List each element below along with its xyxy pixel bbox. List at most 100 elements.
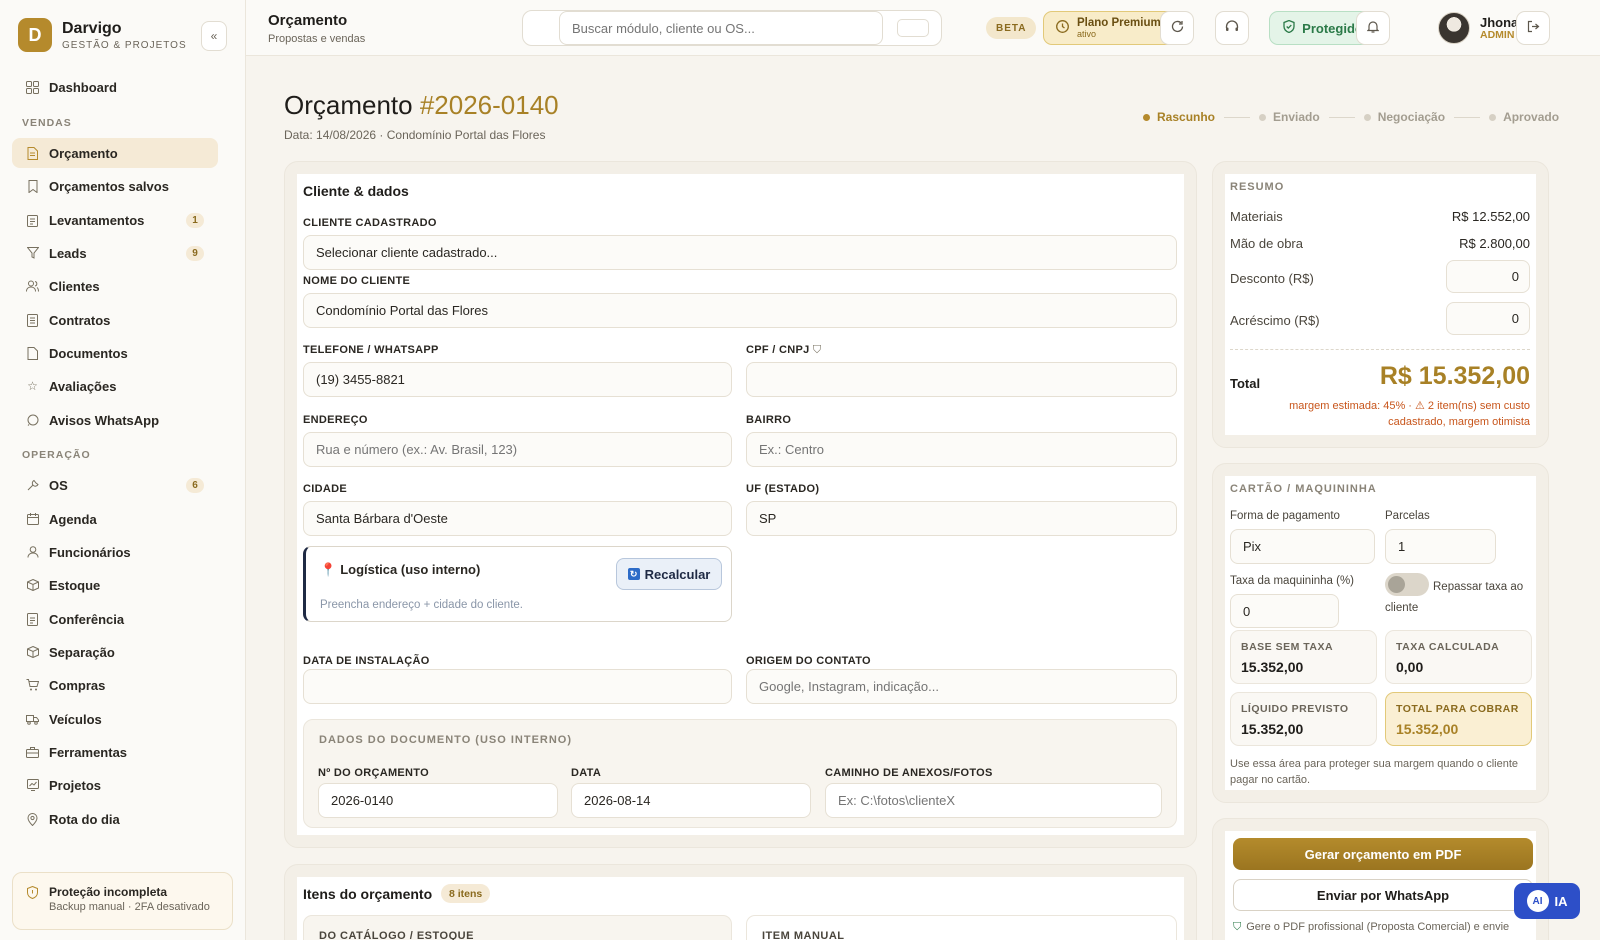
- recalculate-label: Recalcular: [644, 566, 711, 582]
- count-badge: 6: [186, 478, 204, 493]
- sidebar-item-veiculos[interactable]: Veículos: [12, 704, 218, 734]
- ai-assistant-button[interactable]: AI IA: [1514, 883, 1580, 919]
- labor-label: Mão de obra: [1230, 236, 1303, 251]
- search-input[interactable]: [559, 11, 883, 45]
- avatar[interactable]: [1438, 12, 1470, 44]
- district-input[interactable]: [746, 432, 1177, 467]
- input-value: 0: [1511, 269, 1519, 284]
- clock-icon: [1056, 20, 1069, 36]
- sidebar-item-dashboard[interactable]: Dashboard: [12, 72, 218, 102]
- sidebar-item-ferramentas[interactable]: Ferramentas: [12, 737, 218, 767]
- notifications-button[interactable]: [1356, 11, 1390, 45]
- machine-fee-input[interactable]: 0: [1230, 594, 1339, 628]
- brand[interactable]: D Darvigo GESTÃO & PROJETOS: [18, 18, 187, 52]
- sidebar-item-leads[interactable]: Leads 9: [12, 238, 218, 268]
- generate-pdf-button[interactable]: Gerar orçamento em PDF: [1233, 838, 1533, 870]
- surcharge-input[interactable]: 0: [1446, 302, 1530, 335]
- district-label: BAIRRO: [746, 414, 792, 426]
- step-negociacao[interactable]: Negociação: [1363, 110, 1446, 124]
- calendar-icon: [26, 513, 39, 526]
- mini-value: 15.352,00: [1396, 721, 1459, 737]
- bell-icon: [1366, 20, 1380, 36]
- cpf-cnpj-label: CPF / CNPJ ⛉: [746, 344, 821, 357]
- sidebar-item-conferencia[interactable]: Conferência: [12, 604, 218, 634]
- input-value: 2026-0140: [331, 793, 394, 808]
- sidebar-item-orcamento[interactable]: Orçamento: [12, 138, 218, 168]
- client-name-input[interactable]: Condomínio Portal das Flores: [303, 293, 1177, 328]
- map-pin-icon: 📍: [320, 562, 337, 577]
- logout-button[interactable]: [1516, 11, 1550, 45]
- sidebar-item-os[interactable]: OS 6: [12, 470, 218, 500]
- brand-name: Darvigo: [62, 19, 122, 37]
- items-count-badge: 8 itens: [441, 884, 491, 903]
- doc-date-input[interactable]: 2026-08-14: [571, 783, 811, 818]
- refresh-button[interactable]: [1160, 11, 1194, 45]
- select-value: Pix: [1243, 539, 1262, 554]
- installments-input[interactable]: 1: [1385, 529, 1496, 564]
- install-date-input[interactable]: [303, 669, 732, 704]
- premium-status: ativo: [1077, 29, 1097, 39]
- step-enviado[interactable]: Enviado: [1259, 110, 1320, 124]
- catalog-section: DO CATÁLOGO / ESTOQUE: [303, 915, 732, 940]
- step-rascunho[interactable]: Rascunho: [1143, 110, 1215, 124]
- city-input[interactable]: Santa Bárbara d'Oeste: [303, 501, 732, 536]
- sidebar-item-estoque[interactable]: Estoque: [12, 570, 218, 600]
- quote-number-input[interactable]: 2026-0140: [318, 783, 558, 818]
- recalculate-button[interactable]: ↻ Recalcular: [616, 558, 722, 590]
- step-aprovado[interactable]: Aprovado: [1489, 110, 1559, 124]
- doc-date-label: DATA: [571, 767, 602, 779]
- sidebar-item-avisos-whatsapp[interactable]: Avisos WhatsApp: [12, 405, 218, 435]
- input-value: Santa Bárbara d'Oeste: [316, 511, 448, 526]
- actions-note: ⛉ Gere o PDF profissional (Proposta Comer…: [1233, 921, 1543, 934]
- sidebar-item-label: Agenda: [49, 511, 97, 527]
- premium-title: Plano Premium: [1077, 17, 1161, 29]
- sidebar-item-orcamentos-salvos[interactable]: Orçamentos salvos: [12, 171, 218, 201]
- page-title: Orçamento #2026-0140: [284, 90, 559, 121]
- phone-input[interactable]: (19) 3455-8821: [303, 362, 732, 397]
- logistics-hint: Preencha endereço + cidade do cliente.: [320, 599, 523, 611]
- payment-method-select[interactable]: Pix: [1230, 529, 1375, 564]
- step-label: Negociação: [1377, 110, 1446, 124]
- attachments-path-input[interactable]: [825, 783, 1162, 818]
- sidebar-item-separacao[interactable]: Separação: [12, 637, 218, 667]
- sidebar-item-documentos[interactable]: Documentos: [12, 338, 218, 368]
- input-value: SP: [759, 511, 777, 526]
- sidebar-item-rota-do-dia[interactable]: Rota do dia: [12, 804, 218, 834]
- sidebar-item-label: Projetos: [49, 777, 102, 793]
- contact-origin-input[interactable]: [746, 669, 1177, 704]
- brand-logo: D: [18, 18, 52, 52]
- sidebar-item-avaliacoes[interactable]: ☆ Avaliações: [12, 371, 218, 401]
- address-input[interactable]: [303, 432, 732, 467]
- sidebar-item-projetos[interactable]: Projetos: [12, 770, 218, 800]
- sidebar-item-label: Ferramentas: [49, 744, 128, 760]
- registered-client-select[interactable]: Selecionar cliente cadastrado...: [303, 235, 1177, 270]
- count-badge: 1: [186, 213, 204, 228]
- cpf-cnpj-input[interactable]: [746, 362, 1177, 397]
- sidebar-item-contratos[interactable]: Contratos: [12, 305, 218, 335]
- users-icon: [26, 280, 39, 293]
- card-payment-title: CARTÃO / MAQUININHA: [1230, 483, 1377, 495]
- status-stepper: Rascunho Enviado Negociação Aprovado: [1143, 110, 1559, 124]
- nav-section-operations: OPERAÇÃO: [22, 449, 91, 461]
- premium-plan-button[interactable]: Plano Premium ativo: [1043, 11, 1176, 45]
- input-value: 1: [1398, 539, 1406, 554]
- sidebar-item-compras[interactable]: Compras: [12, 670, 218, 700]
- state-input[interactable]: SP: [746, 501, 1177, 536]
- sidebar-item-agenda[interactable]: Agenda: [12, 504, 218, 534]
- send-whatsapp-button[interactable]: Enviar por WhatsApp: [1233, 879, 1533, 911]
- collapse-sidebar-button[interactable]: «: [201, 21, 227, 51]
- sidebar-item-levantamentos[interactable]: Levantamentos 1: [12, 205, 218, 235]
- mini-value: 15.352,00: [1241, 721, 1304, 737]
- items-section-title: Itens do orçamento: [303, 886, 433, 902]
- sidebar-item-clientes[interactable]: Clientes: [12, 271, 218, 301]
- discount-input[interactable]: 0: [1446, 260, 1530, 293]
- support-button[interactable]: [1215, 11, 1249, 45]
- client-section-title: Cliente & dados: [303, 183, 409, 199]
- registered-client-label: CLIENTE CADASTRADO: [303, 217, 437, 229]
- chat-icon: [26, 414, 39, 427]
- header-title: Orçamento: [268, 12, 348, 29]
- payment-method-label: Forma de pagamento: [1230, 510, 1340, 522]
- sidebar-item-funcionarios[interactable]: Funcionários: [12, 537, 218, 567]
- protection-warning-card[interactable]: Proteção incompleta Backup manual · 2FA …: [12, 872, 233, 930]
- expected-net-box: LÍQUIDO PREVISTO 15.352,00: [1230, 692, 1377, 746]
